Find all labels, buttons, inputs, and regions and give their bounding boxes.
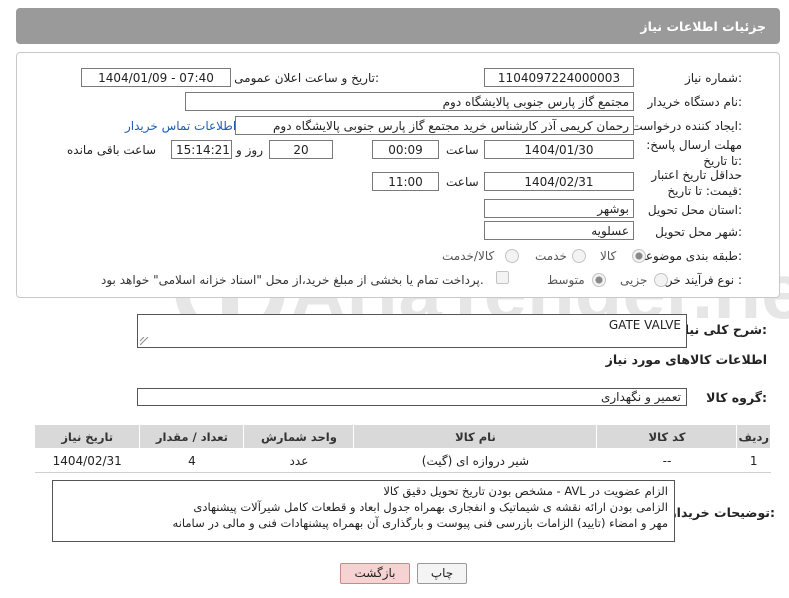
buyer-note-line: مهر و امضاء (تایید) الزامات بازرسی فنی پ…	[172, 516, 668, 530]
deadline-time-label: ساعت	[446, 143, 479, 157]
purchase-type-medium-label: متوسط	[547, 273, 585, 287]
col-unit-header: واحد شمارش	[243, 424, 355, 449]
page-header: جزئیات اطلاعات نیاز	[16, 8, 780, 44]
table-header-row: ردیف کد کالا نام کالا واحد شمارش تعداد /…	[33, 424, 771, 449]
purchase-type-medium-radio[interactable]	[592, 273, 606, 287]
table-row[interactable]: 1 -- شیر دروازه ای (گیت) عدد 4 1404/02/3…	[34, 448, 771, 473]
buyer-contact-link[interactable]: اطلاعات تماس خریدار	[125, 119, 236, 133]
category-goods-service-radio[interactable]	[505, 249, 519, 263]
summary-text: GATE VALVE	[608, 318, 681, 332]
buyer-notes-label: توضیحات خریدار:	[669, 505, 775, 520]
cell-name: شیر دروازه ای (گیت)	[353, 448, 597, 473]
city-label: شهر محل تحویل:	[655, 225, 742, 239]
col-date-header: تاریخ نیاز	[33, 424, 141, 449]
goods-group-field[interactable]: تعمیر و نگهداری	[137, 388, 687, 406]
print-button[interactable]: چاپ	[417, 563, 467, 584]
summary-textarea[interactable]: GATE VALVE	[137, 314, 687, 348]
purchase-type-minor-radio[interactable]	[654, 273, 668, 287]
treasury-payment-checkbox[interactable]	[496, 271, 509, 284]
deadline-time-field[interactable]: 00:09	[372, 140, 439, 159]
buyer-note-line: الزامی بودن ارائه نقشه ی شیماتیک و انفجا…	[193, 500, 668, 514]
resize-grip-icon[interactable]	[140, 337, 149, 346]
announce-datetime-label: تاریخ و ساعت اعلان عمومی:	[234, 71, 379, 85]
col-name-header: نام کالا	[353, 424, 598, 449]
buyer-notes-textarea[interactable]: الزام عضویت در AVL - مشخص بودن تاریخ تحو…	[52, 480, 675, 542]
deadline-label: مهلت ارسال پاسخ: تا تاریخ:	[646, 138, 742, 168]
remaining-time-label: ساعت باقی مانده	[67, 143, 157, 157]
category-service-radio[interactable]	[572, 249, 586, 263]
announce-datetime-field[interactable]: 1404/01/09 - 07:40	[81, 68, 231, 87]
category-label: طبقه بندی موضوعی:	[635, 249, 742, 263]
need-number-field[interactable]: 1104097224000003	[484, 68, 634, 87]
remaining-time-field[interactable]: 15:14:21	[171, 140, 232, 159]
summary-label: شرح کلی نیاز:	[677, 322, 768, 337]
price-validity-time-label: ساعت	[446, 175, 479, 189]
province-field[interactable]: بوشهر	[484, 199, 634, 218]
deadline-date-field[interactable]: 1404/01/30	[484, 140, 634, 159]
buyer-org-field[interactable]: مجتمع گاز پارس جنوبی پالایشگاه دوم	[185, 92, 634, 111]
buyer-org-label: نام دستگاه خریدار:	[647, 95, 743, 109]
deadline-days-field[interactable]: 20	[269, 140, 333, 159]
category-service-label: خدمت	[535, 249, 567, 263]
cell-qty: 4	[139, 448, 244, 473]
col-qty-header: تعداد / مقدار	[139, 424, 245, 449]
treasury-payment-note: پرداخت تمام یا بخشی از مبلغ خرید،از محل …	[101, 273, 484, 287]
cell-code: --	[596, 448, 737, 473]
price-validity-time-field[interactable]: 11:00	[372, 172, 439, 191]
price-validity-label: حداقل تاریخ اعتبار قیمت: تا تاریخ:	[651, 168, 742, 198]
col-row-header: ردیف	[736, 424, 771, 449]
purchase-type-minor-label: جزیی	[620, 273, 648, 287]
requester-label: ایجاد کننده درخواست:	[631, 119, 742, 133]
goods-table: ردیف کد کالا نام کالا واحد شمارش تعداد /…	[33, 424, 771, 473]
goods-group-label: گروه کالا:	[706, 390, 767, 405]
cell-unit: عدد	[243, 448, 354, 473]
need-number-label: شماره نیاز:	[684, 71, 742, 85]
purchase-type-label: نوع فرآیند خرید :	[657, 273, 742, 287]
price-validity-date-field[interactable]: 1404/02/31	[484, 172, 634, 191]
city-field[interactable]: عسلویه	[484, 221, 634, 240]
cell-row: 1	[736, 448, 771, 473]
category-goods-service-label: کالا/خدمت	[442, 249, 495, 263]
requester-field[interactable]: رحمان کریمی آذر کارشناس خرید مجتمع گاز پ…	[235, 116, 634, 135]
province-label: استان محل تحویل:	[647, 203, 742, 217]
col-code-header: کد کالا	[596, 424, 738, 449]
page-title: جزئیات اطلاعات نیاز	[640, 19, 766, 34]
deadline-days-label: روز و	[236, 143, 263, 157]
buyer-note-line: الزام عضویت در AVL - مشخص بودن تاریخ تحو…	[383, 484, 668, 498]
back-button[interactable]: بازگشت	[340, 563, 410, 584]
goods-info-title: اطلاعات کالاهای مورد نیاز	[605, 352, 767, 367]
cell-date: 1404/02/31	[34, 448, 140, 473]
category-goods-radio[interactable]	[632, 249, 646, 263]
category-goods-label: کالا	[600, 249, 617, 263]
